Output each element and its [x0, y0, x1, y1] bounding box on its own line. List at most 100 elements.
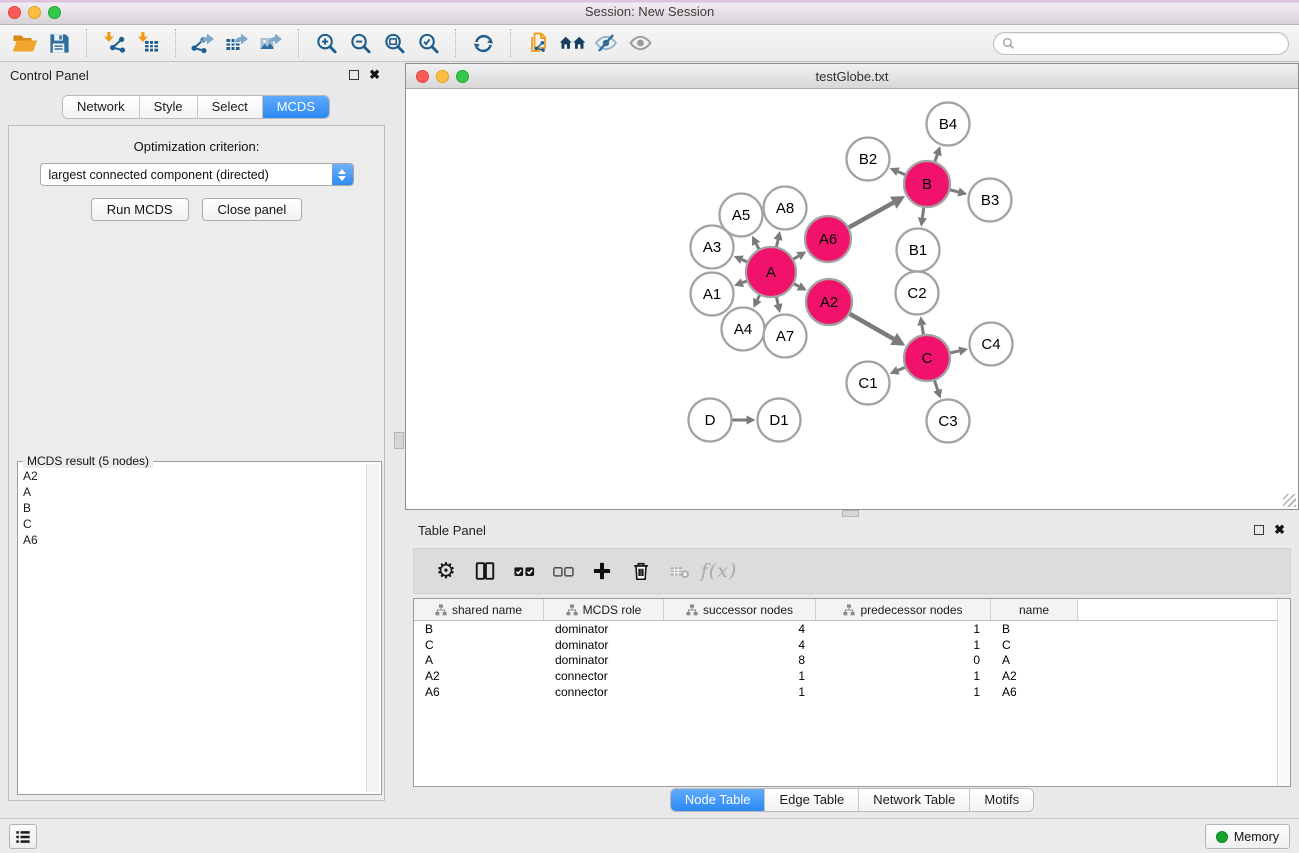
result-item-C[interactable]: C [21, 516, 365, 532]
cell-successor-nodes[interactable]: 1 [664, 669, 816, 683]
cell-name[interactable]: A2 [991, 669, 1078, 683]
add-column-button[interactable] [584, 553, 620, 589]
close-panel-icon[interactable]: ✖ [369, 70, 380, 80]
graph-node-label-C: C [922, 350, 933, 367]
cell-MCDS-role[interactable]: dominator [544, 638, 664, 652]
save-session-button[interactable] [42, 27, 76, 59]
home-views-button[interactable] [555, 27, 589, 59]
refresh-button[interactable] [466, 27, 500, 59]
resize-grip-icon[interactable] [1283, 494, 1296, 507]
zoom-out-button[interactable] [343, 27, 377, 59]
cell-successor-nodes[interactable]: 1 [664, 685, 816, 699]
zoom-fit-button[interactable] [377, 27, 411, 59]
table-settings-button[interactable]: ⚙ [428, 553, 464, 589]
import-table-button[interactable] [131, 27, 165, 59]
column-header-successor-nodes[interactable]: successor nodes [664, 599, 816, 620]
table-row-A[interactable]: Adominator80A [414, 652, 1290, 668]
table-row-C[interactable]: Cdominator41C [414, 637, 1290, 653]
open-session-button[interactable] [8, 27, 42, 59]
cell-shared-name[interactable]: C [414, 638, 544, 652]
memory-button[interactable]: Memory [1205, 824, 1290, 849]
cell-predecessor-nodes[interactable]: 1 [816, 638, 991, 652]
close-panel-button[interactable]: Close panel [202, 198, 303, 221]
cell-MCDS-role[interactable]: connector [544, 669, 664, 683]
cell-shared-name[interactable]: A [414, 653, 544, 667]
new-network-from-selection-button[interactable] [521, 27, 555, 59]
column-header-predecessor-nodes[interactable]: predecessor nodes [816, 599, 991, 620]
criterion-select[interactable]: largest connected component (directed) [40, 163, 354, 186]
table-header-row: shared nameMCDS rolesuccessor nodesprede… [414, 599, 1290, 621]
network-canvas[interactable]: B4B2BB3A5A8A6A3B1AA1C2A2A4A7C4CC1C3DD1 [407, 90, 1297, 508]
plus-icon [591, 560, 613, 582]
cell-name[interactable]: C [991, 638, 1078, 652]
search-icon [1002, 37, 1015, 50]
column-header-name[interactable]: name [991, 599, 1078, 620]
graph-node-label-B1: B1 [909, 242, 927, 259]
cell-MCDS-role[interactable]: dominator [544, 622, 664, 636]
result-item-A2[interactable]: A2 [21, 468, 365, 484]
tab-mcds[interactable]: MCDS [263, 96, 329, 118]
table-row-B[interactable]: Bdominator41B [414, 621, 1290, 637]
float-panel-icon[interactable] [349, 70, 359, 80]
tab-style[interactable]: Style [140, 96, 198, 118]
mcds-result-list[interactable]: A2ABCA6 [21, 468, 365, 792]
select-stepper-icon[interactable] [332, 164, 353, 185]
horizontal-splitter-grip[interactable] [842, 510, 859, 517]
cell-successor-nodes[interactable]: 8 [664, 653, 816, 667]
column-header-MCDS-role[interactable]: MCDS role [544, 599, 664, 620]
export-network-button[interactable] [186, 27, 220, 59]
cell-name[interactable]: A6 [991, 685, 1078, 699]
column-header-shared-name[interactable]: shared name [414, 599, 544, 620]
cell-successor-nodes[interactable]: 4 [664, 638, 816, 652]
export-image-button[interactable] [254, 27, 288, 59]
cell-shared-name[interactable]: A6 [414, 685, 544, 699]
graph-node-label-A5: A5 [732, 207, 750, 224]
column-type-icon [843, 604, 855, 616]
vertical-splitter-grip[interactable] [394, 432, 404, 449]
result-item-A[interactable]: A [21, 484, 365, 500]
graph-arrowhead [933, 389, 942, 399]
tab-edge-table[interactable]: Edge Table [765, 789, 859, 811]
run-mcds-button[interactable]: Run MCDS [91, 198, 189, 221]
result-item-A6[interactable]: A6 [21, 532, 365, 548]
cell-predecessor-nodes[interactable]: 1 [816, 685, 991, 699]
tab-node-table[interactable]: Node Table [671, 789, 766, 811]
cell-successor-nodes[interactable]: 4 [664, 622, 816, 636]
table-scrollbar[interactable] [1277, 599, 1290, 786]
select-all-checks-button[interactable] [506, 553, 542, 589]
export-table-button[interactable] [220, 27, 254, 59]
graph-node-label-A8: A8 [776, 200, 794, 217]
cell-shared-name[interactable]: A2 [414, 669, 544, 683]
tab-network-table[interactable]: Network Table [859, 789, 970, 811]
cell-name[interactable]: A [991, 653, 1078, 667]
control-panel: Control Panel ✖ NetworkStyleSelectMCDS O… [0, 63, 392, 813]
zoom-in-button[interactable] [309, 27, 343, 59]
cell-predecessor-nodes[interactable]: 1 [816, 669, 991, 683]
cell-shared-name[interactable]: B [414, 622, 544, 636]
deselect-all-checks-button[interactable] [545, 553, 581, 589]
search-input[interactable] [1019, 36, 1280, 50]
delete-column-button[interactable] [623, 553, 659, 589]
result-scrollbar[interactable] [366, 464, 379, 792]
result-item-B[interactable]: B [21, 500, 365, 516]
tab-select[interactable]: Select [198, 96, 263, 118]
cell-predecessor-nodes[interactable]: 1 [816, 622, 991, 636]
cell-predecessor-nodes[interactable]: 0 [816, 653, 991, 667]
cell-MCDS-role[interactable]: dominator [544, 653, 664, 667]
tab-motifs[interactable]: Motifs [970, 789, 1033, 811]
float-table-panel-icon[interactable] [1254, 525, 1264, 535]
table-row-A2[interactable]: A2connector11A2 [414, 668, 1290, 684]
cell-MCDS-role[interactable]: connector [544, 685, 664, 699]
hide-selected-button[interactable] [589, 27, 623, 59]
tab-network[interactable]: Network [63, 96, 140, 118]
close-table-panel-icon[interactable]: ✖ [1274, 525, 1285, 535]
show-selected-button[interactable] [623, 27, 657, 59]
import-network-button[interactable] [97, 27, 131, 59]
zoom-selected-button[interactable] [411, 27, 445, 59]
export-network-icon [191, 31, 215, 55]
task-history-button[interactable] [9, 824, 37, 849]
search-box[interactable] [993, 32, 1289, 55]
column-visibility-button[interactable] [467, 553, 503, 589]
cell-name[interactable]: B [991, 622, 1078, 636]
table-row-A6[interactable]: A6connector11A6 [414, 684, 1290, 700]
